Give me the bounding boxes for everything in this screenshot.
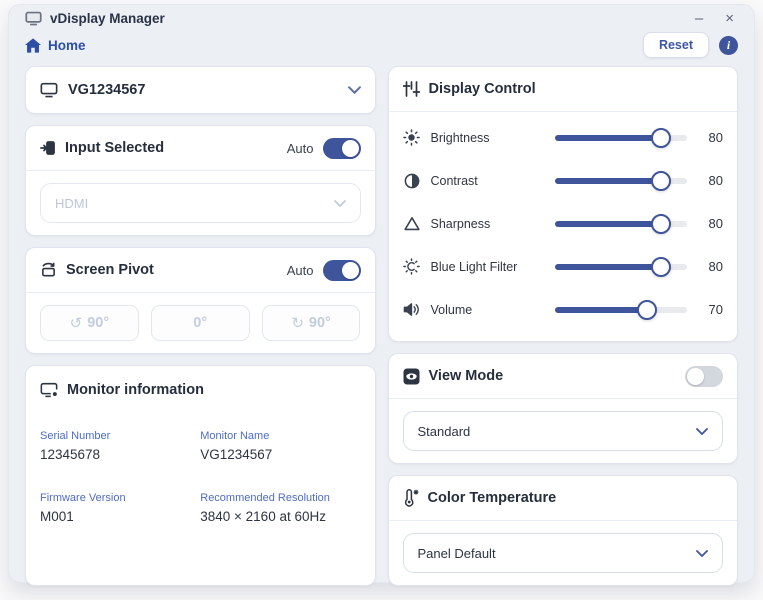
input-source-select[interactable]: HDMI [40,183,361,223]
screen-pivot-card: Screen Pivot Auto ↺ 90° 0° [25,247,376,354]
sliders-icon [403,81,420,97]
color-temperature-card: Color Temperature Panel Default [388,475,739,586]
pivot-auto-toggle[interactable] [323,260,361,281]
contrast-slider[interactable] [555,170,688,192]
color-temperature-select[interactable]: Panel Default [403,533,724,573]
left-column: VG1234567 Input Selected Auto [25,66,376,586]
pivot-cw-90-button[interactable]: ↻ 90° [262,305,361,341]
slider-handle[interactable] [651,171,671,191]
info-field-firmware: Firmware Version M001 [40,492,200,524]
input-source-value: HDMI [55,196,88,211]
input-selected-title: Input Selected [65,140,164,156]
info-value: M001 [40,509,200,524]
slider-label: Blue Light Filter [431,260,518,274]
screen-pivot-title: Screen Pivot [66,262,154,278]
input-source-icon [40,140,56,156]
info-value: 3840 × 2160 at 60Hz [200,509,360,524]
app-monitor-icon [25,11,42,26]
slider-row-contrast: Contrast 80 [403,159,724,202]
sharpness-slider[interactable] [555,213,688,235]
rotate-cw-icon: ↻ [291,314,304,332]
home-icon [25,38,41,53]
rotate-ccw-icon: ↺ [70,314,83,332]
right-column: Display Control [388,66,739,586]
monitor-info-icon [40,382,58,398]
brightness-slider[interactable] [555,127,688,149]
monitor-icon [40,82,58,98]
titlebar: vDisplay Manager – × [25,5,738,26]
view-mode-value: Standard [418,424,471,439]
display-control-card: Display Control [388,66,739,342]
slider-value: 80 [695,130,723,145]
slider-handle[interactable] [651,257,671,277]
chevron-down-icon [696,550,708,557]
info-icon[interactable]: i [719,36,738,55]
app-window: vDisplay Manager – × Home Reset i [8,4,755,583]
info-label: Serial Number [40,430,200,442]
view-mode-card: View Mode Standard [388,353,739,464]
volume-slider[interactable] [555,299,688,321]
pivot-0-button[interactable]: 0° [151,305,250,341]
slider-label: Sharpness [431,217,491,231]
device-select[interactable]: VG1234567 [25,66,376,114]
nav-row: Home Reset i [25,32,738,58]
view-mode-toggle[interactable] [685,366,723,387]
slider-row-brightness: Brightness 80 [403,116,724,159]
slider-handle[interactable] [651,128,671,148]
slider-handle[interactable] [651,214,671,234]
input-auto-label: Auto [287,141,314,156]
view-mode-title: View Mode [429,368,504,384]
slider-value: 70 [695,302,723,317]
slider-value: 80 [695,173,723,188]
device-select-value: VG1234567 [68,82,145,98]
monitor-info-title: Monitor information [67,382,204,398]
brightness-icon [403,129,421,146]
info-field-name: Monitor Name VG1234567 [200,430,360,462]
sharpness-icon [403,216,421,231]
slider-row-sharpness: Sharpness 80 [403,202,724,245]
info-value: 12345678 [40,447,200,462]
color-temperature-title: Color Temperature [428,490,557,506]
display-control-title: Display Control [429,81,536,97]
slider-row-volume: Volume 70 [403,288,724,331]
pivot-button-label: 0° [193,315,207,331]
close-button[interactable]: × [725,11,734,26]
color-temperature-icon [403,489,419,507]
slider-value: 80 [695,259,723,274]
chevron-down-icon [334,200,346,207]
info-field-serial: Serial Number 12345678 [40,430,200,462]
pivot-ccw-90-button[interactable]: ↺ 90° [40,305,139,341]
pivot-button-label: 90° [87,315,109,331]
slider-label: Contrast [431,174,478,188]
input-selected-card: Input Selected Auto HDMI [25,125,376,236]
info-label: Monitor Name [200,430,360,442]
info-label: Recommended Resolution [200,492,360,504]
volume-icon [403,302,421,317]
color-temperature-value: Panel Default [418,546,496,561]
slider-handle[interactable] [637,300,657,320]
slider-label: Brightness [431,131,490,145]
view-mode-icon [403,368,420,385]
reset-button[interactable]: Reset [643,32,709,58]
screen-pivot-icon [40,262,57,278]
pivot-button-label: 90° [309,315,331,331]
pivot-auto-label: Auto [287,263,314,278]
minimize-button[interactable]: – [695,11,703,26]
slider-label: Volume [431,303,473,317]
contrast-icon [403,173,421,189]
monitor-info-card: Monitor information Serial Number 123456… [25,365,376,586]
input-auto-toggle[interactable] [323,138,361,159]
slider-value: 80 [695,216,723,231]
info-field-resolution: Recommended Resolution 3840 × 2160 at 60… [200,492,360,524]
slider-row-blue-light: Blue Light Filter 80 [403,245,724,288]
chevron-down-icon [696,428,708,435]
info-value: VG1234567 [200,447,360,462]
breadcrumb-home[interactable]: Home [48,38,86,53]
view-mode-select[interactable]: Standard [403,411,724,451]
info-label: Firmware Version [40,492,200,504]
blue-light-filter-slider[interactable] [555,256,688,278]
app-title: vDisplay Manager [50,11,165,26]
chevron-down-icon [348,86,361,94]
blue-light-filter-icon [403,258,421,275]
